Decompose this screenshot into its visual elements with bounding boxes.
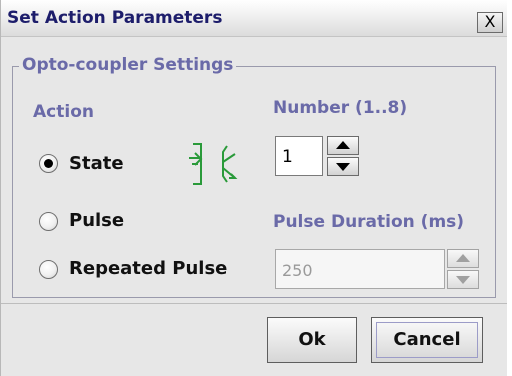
radio-pulse-label[interactable]: Pulse (69, 210, 124, 231)
close-icon: X (484, 12, 496, 31)
ok-button[interactable]: Ok (267, 317, 357, 363)
number-decrement-button[interactable] (327, 157, 359, 176)
opto-coupler-icon (189, 143, 238, 185)
dialog-title: Set Action Parameters (7, 8, 223, 28)
pulse-duration-heading: Pulse Duration (ms) (273, 212, 465, 232)
cancel-button[interactable]: Cancel (371, 317, 483, 363)
cancel-button-label: Cancel (393, 329, 461, 350)
radio-repeated-pulse-label[interactable]: Repeated Pulse (69, 258, 227, 279)
set-action-parameters-dialog: Set Action Parameters X Opto-coupler Set… (0, 0, 507, 376)
arrow-down-icon (336, 163, 350, 171)
group-title: Opto-coupler Settings (19, 55, 237, 75)
number-increment-button[interactable] (327, 136, 359, 155)
arrow-up-icon (336, 141, 350, 149)
radio-pulse[interactable] (39, 212, 58, 231)
action-heading: Action (33, 102, 94, 122)
radio-selected-dot (44, 159, 53, 168)
button-bar-divider (1, 303, 507, 304)
ok-button-label: Ok (298, 329, 326, 350)
pulse-duration-value: 250 (282, 261, 313, 280)
close-button[interactable]: X (477, 12, 503, 33)
arrow-up-icon (456, 254, 470, 262)
number-heading: Number (1..8) (273, 98, 408, 118)
title-bar: Set Action Parameters X (1, 0, 507, 37)
radio-state[interactable] (39, 154, 58, 173)
number-input[interactable]: 1 (275, 136, 323, 176)
pulse-duration-input[interactable]: 250 (275, 249, 445, 289)
pulse-duration-increment-button[interactable] (447, 249, 479, 268)
radio-state-label[interactable]: State (69, 153, 124, 174)
pulse-duration-decrement-button[interactable] (447, 270, 479, 289)
number-value: 1 (282, 147, 293, 167)
arrow-down-icon (456, 276, 470, 284)
radio-repeated-pulse[interactable] (39, 260, 58, 279)
